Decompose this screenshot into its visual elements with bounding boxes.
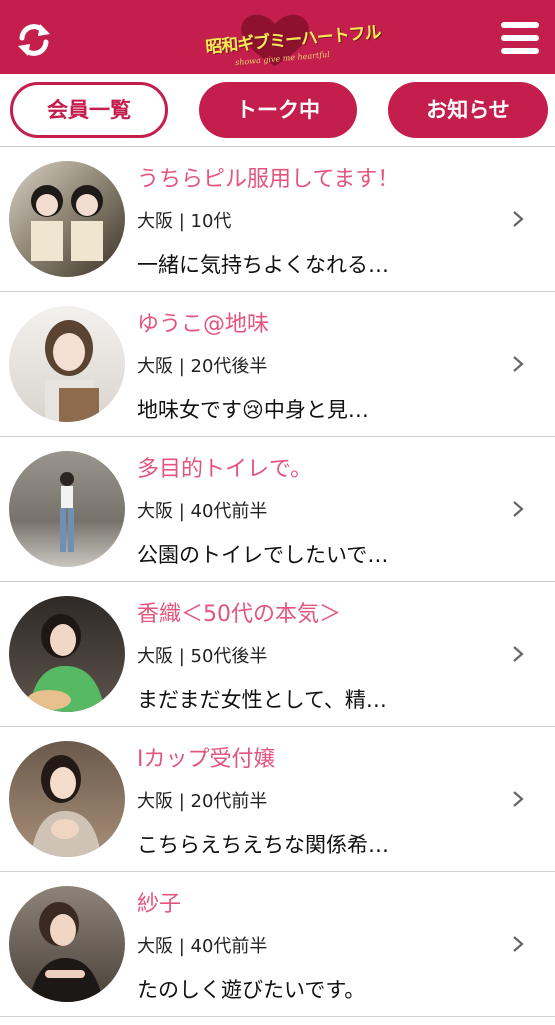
member-meta: 大阪 | 10代 bbox=[137, 211, 232, 232]
chevron-right-icon bbox=[513, 936, 524, 952]
member-name: 紗子 bbox=[137, 892, 182, 917]
member-message: こちらえちえちな関係希… bbox=[137, 833, 389, 857]
tab-member-list[interactable]: 会員一覧 bbox=[10, 82, 168, 138]
app-logo[interactable]: 昭和ギブミーハートフル showa give me heartful bbox=[195, 10, 381, 68]
avatar bbox=[9, 451, 125, 567]
member-message: たのしく遊びたいです。 bbox=[137, 978, 366, 1002]
avatar bbox=[9, 306, 125, 422]
chevron-right-icon bbox=[513, 791, 524, 807]
app-header: 昭和ギブミーハートフル showa give me heartful bbox=[0, 0, 555, 74]
chevron-right-icon bbox=[513, 646, 524, 662]
member-name: ゆうこ@地味 bbox=[137, 312, 270, 337]
member-message: まだまだ女性として、精… bbox=[137, 688, 387, 712]
member-name: 香織＜50代の本気＞ bbox=[137, 602, 341, 627]
avatar bbox=[9, 886, 125, 1002]
list-item[interactable]: 香織＜50代の本気＞ 大阪 | 50代後半 まだまだ女性として、精… bbox=[0, 582, 555, 727]
member-meta: 大阪 | 40代前半 bbox=[137, 936, 268, 957]
member-name: Iカップ受付嬢 bbox=[137, 747, 276, 772]
chevron-right-icon bbox=[513, 356, 524, 372]
member-message: 公園のトイレでしたいで… bbox=[137, 543, 389, 567]
member-name: 多目的トイレで。 bbox=[137, 457, 313, 482]
member-meta: 大阪 | 20代前半 bbox=[137, 791, 268, 812]
tab-talking[interactable]: トーク中 bbox=[199, 82, 357, 138]
avatar bbox=[9, 741, 125, 857]
tab-notices[interactable]: お知らせ bbox=[388, 82, 548, 138]
avatar bbox=[9, 596, 125, 712]
member-meta: 大阪 | 50代後半 bbox=[137, 646, 268, 667]
list-item[interactable]: うちらピル服用してます！ 大阪 | 10代 一緒に気持ちよくなれる… bbox=[0, 147, 555, 292]
member-meta: 大阪 | 40代前半 bbox=[137, 501, 268, 522]
refresh-icon[interactable] bbox=[14, 20, 54, 60]
member-name: うちらピル服用してます！ bbox=[137, 167, 400, 192]
chevron-right-icon bbox=[513, 501, 524, 517]
chevron-right-icon bbox=[513, 211, 524, 227]
list-item[interactable]: Iカップ受付嬢 大阪 | 20代前半 こちらえちえちな関係希… bbox=[0, 727, 555, 872]
member-list: うちらピル服用してます！ 大阪 | 10代 一緒に気持ちよくなれる… ゆうこ@地… bbox=[0, 146, 555, 1017]
member-message: 地味女です😢中身と見… bbox=[137, 398, 369, 422]
member-meta: 大阪 | 20代後半 bbox=[137, 356, 268, 377]
list-item[interactable]: 多目的トイレで。 大阪 | 40代前半 公園のトイレでしたいで… bbox=[0, 437, 555, 582]
avatar bbox=[9, 161, 125, 277]
member-message: 一緒に気持ちよくなれる… bbox=[137, 253, 389, 277]
tab-bar: 会員一覧 トーク中 お知らせ bbox=[0, 74, 555, 146]
list-item[interactable]: 紗子 大阪 | 40代前半 たのしく遊びたいです。 bbox=[0, 872, 555, 1017]
list-item[interactable]: ゆうこ@地味 大阪 | 20代後半 地味女です😢中身と見… bbox=[0, 292, 555, 437]
hamburger-menu-icon[interactable] bbox=[501, 22, 539, 56]
